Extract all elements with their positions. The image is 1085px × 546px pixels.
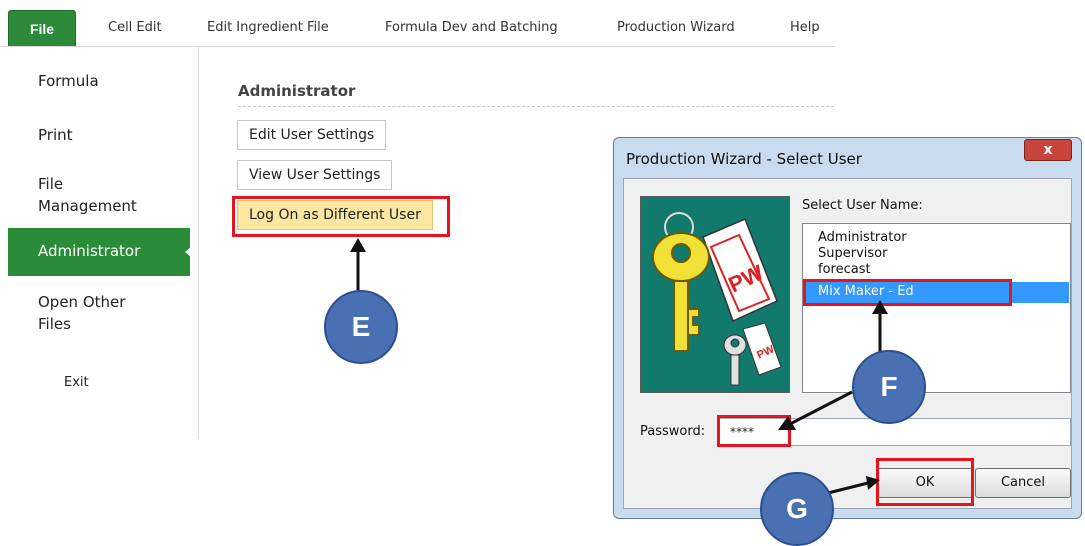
callout-g: G [760, 472, 834, 546]
callout-f: F [852, 350, 926, 424]
pane-title: Administrator [238, 82, 356, 100]
sidebar-item-formula[interactable]: Formula [38, 70, 99, 92]
active-pointer [185, 242, 197, 262]
tab-help[interactable]: Help [790, 10, 820, 46]
view-user-settings-button[interactable]: View User Settings [237, 160, 393, 190]
tab-edit-ingredient-file[interactable]: Edit Ingredient File [207, 10, 329, 46]
pane-divider [238, 106, 834, 107]
arrow-icon [827, 476, 880, 495]
cancel-button[interactable]: Cancel [975, 468, 1071, 498]
annotation-box-g [876, 458, 974, 506]
sidebar-item-exit[interactable]: Exit [64, 372, 89, 394]
sidebar-item-administrator-label: Administrator [38, 242, 141, 260]
password-label: Password: [640, 424, 706, 439]
list-item-administrator[interactable]: Administrator [818, 230, 907, 246]
tab-cell-edit[interactable]: Cell Edit [108, 10, 162, 46]
ribbon: File Cell Edit Edit Ingredient File Form… [0, 0, 835, 47]
close-button[interactable]: x [1024, 139, 1072, 161]
tab-file[interactable]: File [8, 10, 76, 46]
sidebar-item-file-management[interactable]: File Management [38, 173, 137, 217]
annotation-box-e [232, 196, 450, 237]
sidebar-divider [198, 47, 199, 439]
tab-formula-dev-batching[interactable]: Formula Dev and Batching [385, 10, 558, 46]
sidebar-item-open-other-files[interactable]: Open Other Files [38, 291, 125, 335]
select-user-label: Select User Name: [802, 198, 923, 213]
keys-image: PW PW [640, 196, 790, 393]
dialog-title: Production Wizard - Select User [626, 150, 862, 168]
edit-user-settings-button[interactable]: Edit User Settings [237, 120, 387, 150]
tab-production-wizard[interactable]: Production Wizard [617, 10, 735, 46]
list-item-forecast[interactable]: forecast [818, 262, 871, 274]
arrow-up-icon [350, 238, 366, 296]
list-item-supervisor[interactable]: Supervisor [818, 246, 887, 262]
sidebar-item-print[interactable]: Print [38, 124, 73, 146]
callout-e: E [324, 290, 398, 364]
